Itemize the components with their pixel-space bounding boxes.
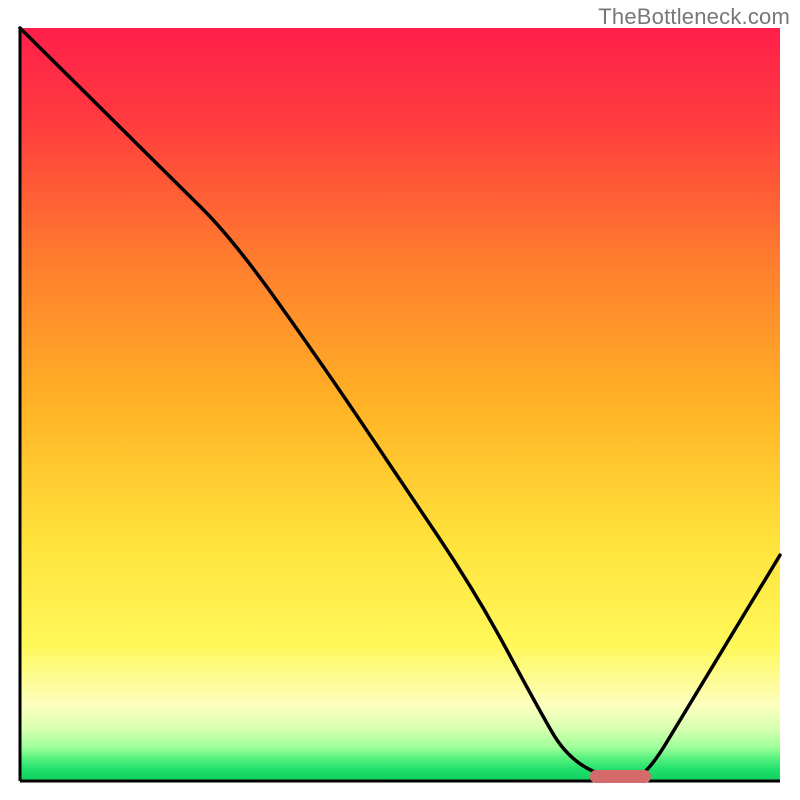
optimal-range-marker [590, 770, 651, 783]
chart-container: TheBottleneck.com [0, 0, 800, 800]
bottleneck-chart [0, 0, 800, 800]
